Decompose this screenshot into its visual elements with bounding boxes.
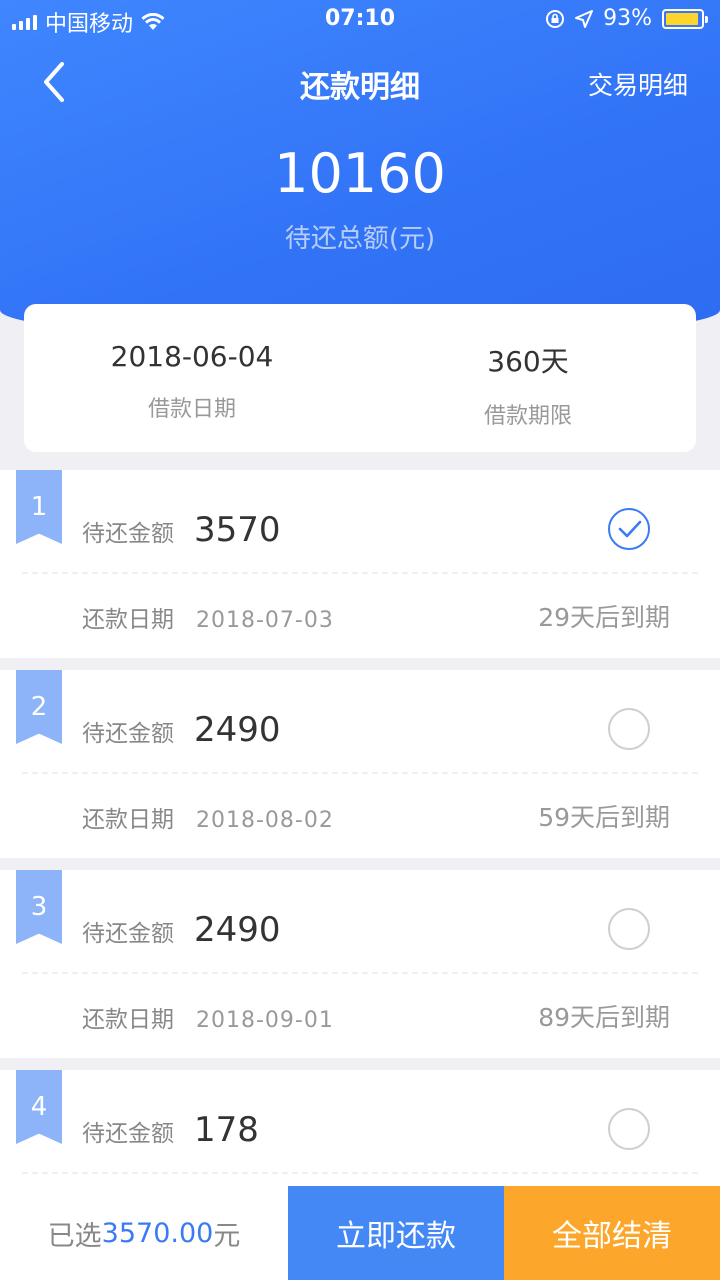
selected-summary: 已选 3570.00 元 xyxy=(0,1186,288,1280)
selected-prefix: 已选 xyxy=(47,1220,102,1252)
row-divider xyxy=(22,772,698,774)
select-radio[interactable] xyxy=(608,708,650,750)
total-amount: 10160 xyxy=(274,142,446,205)
installment-row[interactable]: 2 待还金额 2490 还款日期 2018-08-02 59天后到期 xyxy=(0,670,720,858)
battery-percent: 93% xyxy=(603,6,652,31)
installment-amount: 2490 xyxy=(194,710,281,750)
date-label: 还款日期 xyxy=(82,1007,174,1033)
repayment-date: 2018-07-03 xyxy=(196,608,334,633)
bottom-action-bar: 已选 3570.00 元 立即还款 全部结清 xyxy=(0,1186,720,1280)
installment-amount: 3570 xyxy=(194,510,281,550)
installment-list: 1 待还金额 3570 还款日期 2018-07-03 29天后到期 2 待还金… xyxy=(0,470,720,1270)
selected-suffix: 元 xyxy=(213,1220,241,1252)
total-amount-label: 待还总额(元) xyxy=(284,224,436,254)
row-divider xyxy=(22,1172,698,1174)
loan-date-block: 2018-06-04 借款日期 xyxy=(24,304,360,452)
loan-term-block: 360天 借款期限 xyxy=(360,304,696,452)
installment-index-ribbon: 4 xyxy=(16,1070,62,1144)
battery-level xyxy=(666,12,698,25)
installment-row[interactable]: 1 待还金额 3570 还款日期 2018-07-03 29天后到期 xyxy=(0,470,720,658)
amount-label: 待还金额 xyxy=(82,721,174,747)
date-label: 还款日期 xyxy=(82,607,174,633)
loan-info-card: 2018-06-04 借款日期 360天 借款期限 xyxy=(24,304,696,452)
due-countdown: 29天后到期 xyxy=(538,603,670,632)
installment-amount: 2490 xyxy=(194,910,281,950)
date-label: 还款日期 xyxy=(82,807,174,833)
select-radio[interactable] xyxy=(608,508,650,550)
due-countdown: 59天后到期 xyxy=(538,803,670,832)
row-divider xyxy=(22,972,698,974)
due-countdown: 89天后到期 xyxy=(538,1003,670,1032)
pay-now-button[interactable]: 立即还款 xyxy=(288,1186,504,1280)
check-icon xyxy=(618,520,642,538)
loan-date-value: 2018-06-04 xyxy=(110,340,274,373)
location-arrow-icon xyxy=(575,9,594,28)
transaction-detail-link[interactable]: 交易明细 xyxy=(588,66,688,102)
status-bar: 中国移动 07:10 93% xyxy=(0,0,720,40)
repayment-date: 2018-08-02 xyxy=(196,808,334,833)
select-radio[interactable] xyxy=(608,1108,650,1150)
repayment-date: 2018-09-01 xyxy=(196,1008,334,1033)
orientation-lock-icon xyxy=(546,9,565,28)
installment-index-ribbon: 1 xyxy=(16,470,62,544)
loan-term-label: 借款期限 xyxy=(483,404,572,429)
installment-row[interactable]: 3 待还金额 2490 还款日期 2018-09-01 89天后到期 xyxy=(0,870,720,1058)
chevron-left-icon xyxy=(44,62,64,102)
navigation-bar: 还款明细 交易明细 xyxy=(0,52,720,112)
select-radio[interactable] xyxy=(608,908,650,950)
row-divider xyxy=(22,572,698,574)
loan-date-label: 借款日期 xyxy=(147,397,236,422)
amount-label: 待还金额 xyxy=(82,521,174,547)
amount-label: 待还金额 xyxy=(82,921,174,947)
installment-amount: 178 xyxy=(194,1110,259,1150)
amount-label: 待还金额 xyxy=(82,1121,174,1147)
loan-term-value: 360天 xyxy=(487,345,569,378)
pay-all-button[interactable]: 全部结清 xyxy=(504,1186,720,1280)
selected-amount: 3570.00 xyxy=(101,1217,214,1249)
installment-index-ribbon: 2 xyxy=(16,670,62,744)
installment-index-ribbon: 3 xyxy=(16,870,62,944)
back-button[interactable] xyxy=(36,58,76,106)
battery-icon xyxy=(662,8,708,29)
